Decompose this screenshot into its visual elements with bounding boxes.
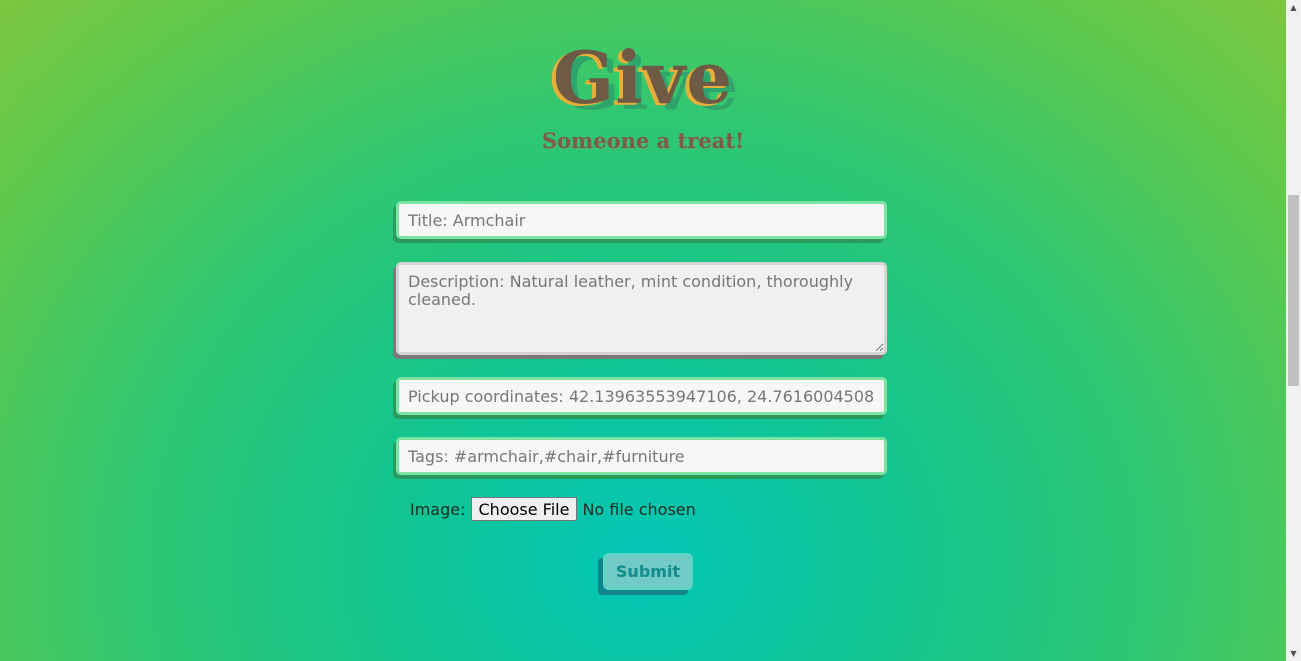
- tags-input[interactable]: [396, 437, 887, 475]
- file-status-text: No file chosen: [582, 499, 696, 519]
- scrollbar-thumb[interactable]: [1288, 195, 1299, 386]
- title-input[interactable]: [396, 201, 887, 239]
- submit-button[interactable]: Submit: [603, 553, 693, 590]
- vertical-scrollbar[interactable]: ▲ ▼: [1286, 0, 1301, 661]
- scroll-up-arrow-icon[interactable]: ▲: [1286, 0, 1301, 15]
- page-subtitle: Someone a treat!: [541, 128, 745, 153]
- image-label: Image:: [410, 499, 466, 519]
- give-page: Give Someone a treat! Image: Choose File…: [0, 0, 1286, 661]
- pickup-coordinates-input[interactable]: [396, 377, 887, 415]
- choose-file-button[interactable]: Choose File: [470, 497, 578, 521]
- page-title: Give: [552, 35, 734, 120]
- image-upload-row: Image: Choose File No file chosen: [410, 497, 696, 521]
- scroll-down-arrow-icon[interactable]: ▼: [1286, 646, 1301, 661]
- description-textarea[interactable]: [396, 262, 887, 355]
- submit-button-wrapper: Submit: [598, 553, 694, 595]
